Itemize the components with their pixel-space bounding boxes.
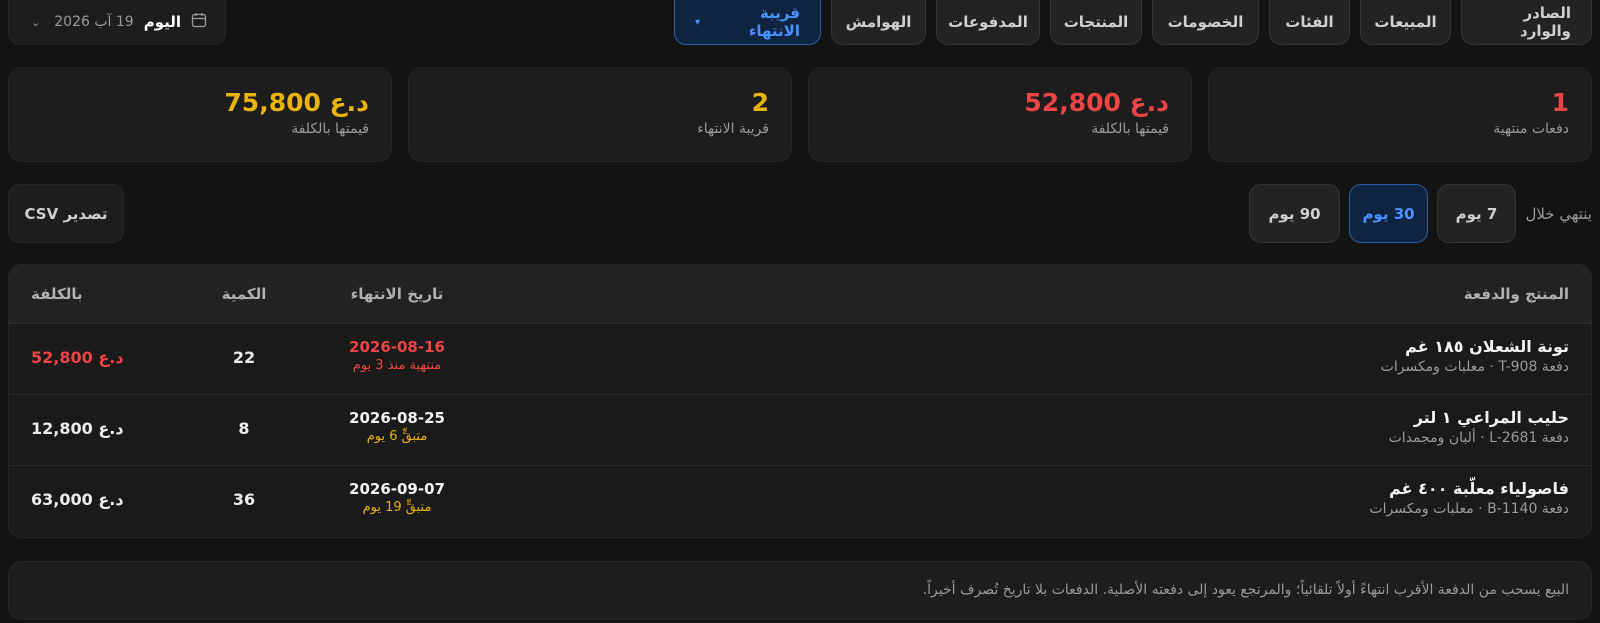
expiry-cell: 2026-09-07 متبقٍّ 19 يوم (327, 480, 467, 515)
header-product: المنتج والدفعة (1463, 285, 1569, 303)
period-90-days-button[interactable]: 90 يوم (1249, 184, 1340, 243)
tab-sales[interactable]: المبيعات (1360, 0, 1451, 45)
expiry-date: 2026-08-16 (349, 338, 445, 356)
header-expiry: تاريخ الانتهاء (350, 285, 444, 303)
expiry-table: المنتج والدفعة تاريخ الانتهاء الكمية بال… (8, 264, 1592, 538)
table-row[interactable]: تونة الشعلان ١٨٥ غم دفعة T-908 · معلبات … (9, 324, 1591, 395)
tab-margins[interactable]: الهوامش (831, 0, 926, 45)
product-cell: تونة الشعلان ١٨٥ غم دفعة T-908 · معلبات … (1381, 337, 1569, 375)
cost-value: د.ع 52,800 (31, 348, 124, 367)
batch-info: دفعة T-908 · معلبات ومكسرات (1380, 359, 1569, 375)
tab-in-out[interactable]: الصادر والوارد (1461, 0, 1592, 45)
tab-payments[interactable]: المدفوعات (936, 0, 1040, 45)
table-header: المنتج والدفعة تاريخ الانتهاء الكمية بال… (9, 265, 1591, 324)
current-date: 19 آب 2026 (54, 14, 134, 30)
tab-label: الفئات (1285, 13, 1334, 31)
expiry-cell: 2026-08-16 منتهية منذ 3 يوم (327, 338, 467, 373)
period-30-days-button[interactable]: 30 يوم (1349, 184, 1428, 243)
chevron-down-icon: ⌄ (31, 15, 41, 29)
expiry-date: 2026-09-07 (349, 480, 445, 498)
today-label: اليوم (143, 13, 181, 31)
stat-label: قيمتها بالكلفة (291, 121, 369, 137)
expiry-status: منتهية منذ 3 يوم (352, 358, 442, 373)
stat-value: 2 (751, 88, 769, 117)
cost-value: د.ع 12,800 (31, 419, 124, 438)
stat-value: د.ع 75,800 (224, 88, 369, 117)
tab-label: الهوامش (845, 13, 912, 31)
qty-value: 22 (232, 348, 256, 367)
tab-label: الخصومات (1167, 13, 1244, 31)
table-row[interactable]: حليب المراعي ١ لتر دفعة L-2681 · ألبان و… (9, 395, 1591, 466)
tab-near-expiry[interactable]: قريبة الانتهاء ▾ (674, 0, 821, 45)
product-name: تونة الشعلان ١٨٥ غم (1405, 337, 1569, 356)
date-picker[interactable]: اليوم 19 آب 2026 ⌄ (8, 0, 226, 45)
chevron-down-icon: ▾ (695, 16, 701, 28)
period-7-days-button[interactable]: 7 يوم (1437, 184, 1516, 243)
tab-label: قريبة الانتهاء (748, 4, 800, 40)
expiry-cell: 2026-08-25 متبقٍّ 6 يوم (327, 409, 467, 444)
stat-card-expired-batches: 1 دفعات منتهية (1208, 67, 1592, 162)
tab-products[interactable]: المنتجات (1050, 0, 1142, 45)
header-qty: الكمية (221, 285, 267, 303)
qty-value: 36 (232, 490, 256, 509)
stat-label: دفعات منتهية (1493, 121, 1569, 137)
expiry-status: متبقٍّ 6 يوم (366, 429, 428, 444)
stat-value: د.ع 52,800 (1024, 88, 1169, 117)
fefo-note: البيع يسحب من الدفعة الأقرب انتهاءً أولا… (8, 561, 1592, 620)
tab-label: المبيعات (1374, 13, 1437, 31)
export-csv-button[interactable]: تصدير CSV (8, 184, 124, 243)
calendar-icon (191, 12, 207, 32)
product-name: حليب المراعي ١ لتر (1413, 408, 1569, 427)
period-label: ينتهي خلال (1525, 205, 1592, 223)
report-tabs: الصادر والوارد المبيعات الفئات الخصومات … (674, 0, 1592, 45)
qty-value: 8 (238, 419, 250, 438)
product-cell: حليب المراعي ١ لتر دفعة L-2681 · ألبان و… (1389, 408, 1569, 446)
cost-value: د.ع 63,000 (31, 490, 124, 509)
tab-label: المنتجات (1063, 13, 1129, 31)
stat-value: 1 (1551, 88, 1569, 117)
stat-card-near-expiry-cost: د.ع 75,800 قيمتها بالكلفة (8, 67, 392, 162)
batch-info: دفعة B-1140 · معلبات ومكسرات (1369, 501, 1569, 517)
stat-card-near-expiry-count: 2 قريبة الانتهاء (408, 67, 792, 162)
table-row[interactable]: فاصولياء معلّبة ٤٠٠ غم دفعة B-1140 · معل… (9, 466, 1591, 537)
stat-card-expired-cost: د.ع 52,800 قيمتها بالكلفة (808, 67, 1192, 162)
tab-label: الصادر والوارد (1520, 4, 1571, 40)
stat-label: قريبة الانتهاء (697, 121, 769, 137)
stat-label: قيمتها بالكلفة (1091, 121, 1169, 137)
header-cost: بالكلفة (31, 285, 83, 303)
product-name: فاصولياء معلّبة ٤٠٠ غم (1389, 479, 1569, 498)
batch-info: دفعة L-2681 · ألبان ومجمدات (1388, 430, 1569, 446)
tab-discounts[interactable]: الخصومات (1152, 0, 1259, 45)
tab-categories[interactable]: الفئات (1269, 0, 1350, 45)
expiry-status: متبقٍّ 19 يوم (362, 500, 432, 515)
expiry-date: 2026-08-25 (349, 409, 445, 427)
product-cell: فاصولياء معلّبة ٤٠٠ غم دفعة B-1140 · معل… (1369, 479, 1569, 517)
tab-label: المدفوعات (948, 13, 1028, 31)
